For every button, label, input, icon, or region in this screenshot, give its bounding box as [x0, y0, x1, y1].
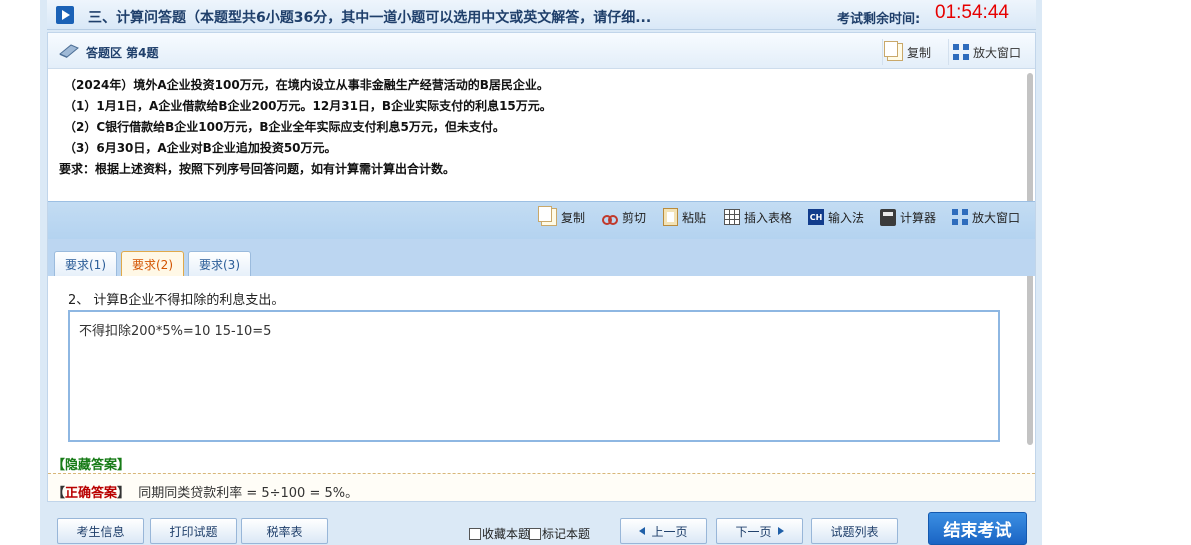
next-page-button[interactable]: 下一页 [716, 518, 803, 544]
copy-button[interactable]: 复制 [538, 206, 586, 228]
checkbox-box[interactable] [529, 527, 541, 540]
correct-answer-label: 正确答案 [65, 486, 118, 501]
maximize-question-button[interactable]: 放大窗口 [948, 39, 1025, 65]
copy-icon [884, 41, 903, 61]
maximize-question-label: 放大窗口 [973, 45, 1022, 60]
answer-textarea[interactable]: 不得扣除200*5%=10 15-10=5 [68, 310, 1000, 442]
question-line: （2024年）境外A企业投资100万元，在境内设立从事非金融生产经营活动的B居民… [64, 78, 549, 92]
insert-table-button[interactable]: 插入表格 [724, 206, 792, 228]
ime-button[interactable]: CH 输入法 [808, 206, 864, 228]
calculator-button[interactable]: 计算器 [880, 206, 936, 228]
tab-requirement-3[interactable]: 要求(3) [188, 251, 251, 276]
answer-panel: 答题区 第4题 复制 放大窗口 （2024年）境外A企业投资100万元，在境内设… [47, 32, 1036, 502]
candidate-info-button[interactable]: 考生信息 [57, 518, 144, 544]
cut-button[interactable]: 剪切 [602, 206, 646, 228]
answer-panel-header: 答题区 第4题 复制 放大窗口 [48, 33, 1035, 69]
mark-checkbox[interactable]: 标记本题 [529, 525, 590, 542]
next-page-label: 下一页 [735, 524, 772, 539]
section-header: 三、计算问答题（本题型共6小题36分，其中一道小题可以选用中文或英文解答，请仔细… [47, 0, 1036, 30]
print-button[interactable]: 打印试题 [150, 518, 237, 544]
correct-answer-open-bracket: 【 [52, 486, 66, 501]
favorite-checkbox[interactable]: 收藏本题 [469, 525, 530, 542]
copy-question-label: 复制 [907, 45, 932, 60]
maximize-icon [952, 209, 968, 225]
copy-question-button[interactable]: 复制 [882, 39, 935, 65]
tab-requirement-2[interactable]: 要求(2) [121, 251, 184, 276]
favorite-label: 收藏本题 [482, 527, 531, 541]
tax-table-button[interactable]: 税率表 [241, 518, 328, 544]
timer-value: 01:54:44 [935, 2, 1009, 23]
ime-icon: CH [808, 209, 824, 225]
ime-label: 输入法 [828, 210, 865, 225]
maximize-editor-label: 放大窗口 [972, 210, 1021, 225]
end-exam-button[interactable]: 结束考试 [928, 512, 1027, 545]
mark-label: 标记本题 [542, 527, 591, 541]
question-line: （1）1月1日，A企业借款给B企业200万元。12月31日，B企业实际支付的利息… [64, 99, 552, 113]
insert-table-label: 插入表格 [744, 210, 793, 225]
editor-toolbar: 复制 剪切 粘贴 插入表格 CH 输入法 计算器 放大窗口 [48, 201, 1035, 239]
table-icon [724, 209, 740, 225]
hide-answer-link[interactable]: 【隐藏答案】 [52, 454, 130, 473]
section-title: 三、计算问答题（本题型共6小题36分，其中一道小题可以选用中文或英文解答，请仔细… [88, 10, 652, 26]
prev-page-label: 上一页 [651, 524, 688, 539]
question-text: （2024年）境外A企业投资100万元，在境内设立从事非金融生产经营活动的B居民… [59, 75, 1020, 180]
scissors-icon [602, 209, 618, 225]
copy-icon [538, 206, 557, 226]
correct-answer-text: 同期同类贷款利率 = 5÷100 = 5%。 [138, 486, 359, 501]
play-icon [56, 6, 74, 24]
copy-label: 复制 [561, 210, 586, 225]
checkbox-box[interactable] [469, 527, 481, 540]
correct-answer-close-bracket: 】 [117, 486, 131, 501]
prev-page-button[interactable]: 上一页 [620, 518, 707, 544]
question-line: （2）C银行借款给B企业100万元，B企业全年实际应支付利息5万元，但未支付。 [64, 120, 505, 134]
correct-answer: 【正确答案】 同期同类贷款利率 = 5÷100 = 5%。 [48, 473, 1035, 501]
book-icon [59, 44, 79, 58]
right-arrow-icon [777, 527, 784, 535]
question-line: （3）6月30日，A企业对B企业追加投资50万元。 [64, 141, 337, 155]
question-list-button[interactable]: 试题列表 [811, 518, 898, 544]
maximize-editor-button[interactable]: 放大窗口 [952, 206, 1020, 228]
maximize-icon [953, 44, 969, 60]
answer-panel-title: 答题区 第4题 [86, 46, 159, 60]
cut-label: 剪切 [622, 210, 647, 225]
requirement-tabs: 要求(1) 要求(2) 要求(3) [48, 239, 1035, 276]
timer-label: 考试剩余时间: [837, 12, 921, 27]
clipboard-icon [663, 208, 678, 226]
calculator-icon [880, 208, 896, 226]
paste-label: 粘贴 [682, 210, 707, 225]
left-arrow-icon [639, 527, 646, 535]
tab-requirement-1[interactable]: 要求(1) [54, 251, 117, 276]
sub-question: 2、 计算B企业不得扣除的利息支出。 [68, 293, 285, 308]
calculator-label: 计算器 [900, 210, 937, 225]
question-line: 要求：根据上述资料，按照下列序号回答问题，如有计算需计算出合计数。 [59, 162, 456, 176]
paste-button[interactable]: 粘贴 [663, 206, 706, 228]
